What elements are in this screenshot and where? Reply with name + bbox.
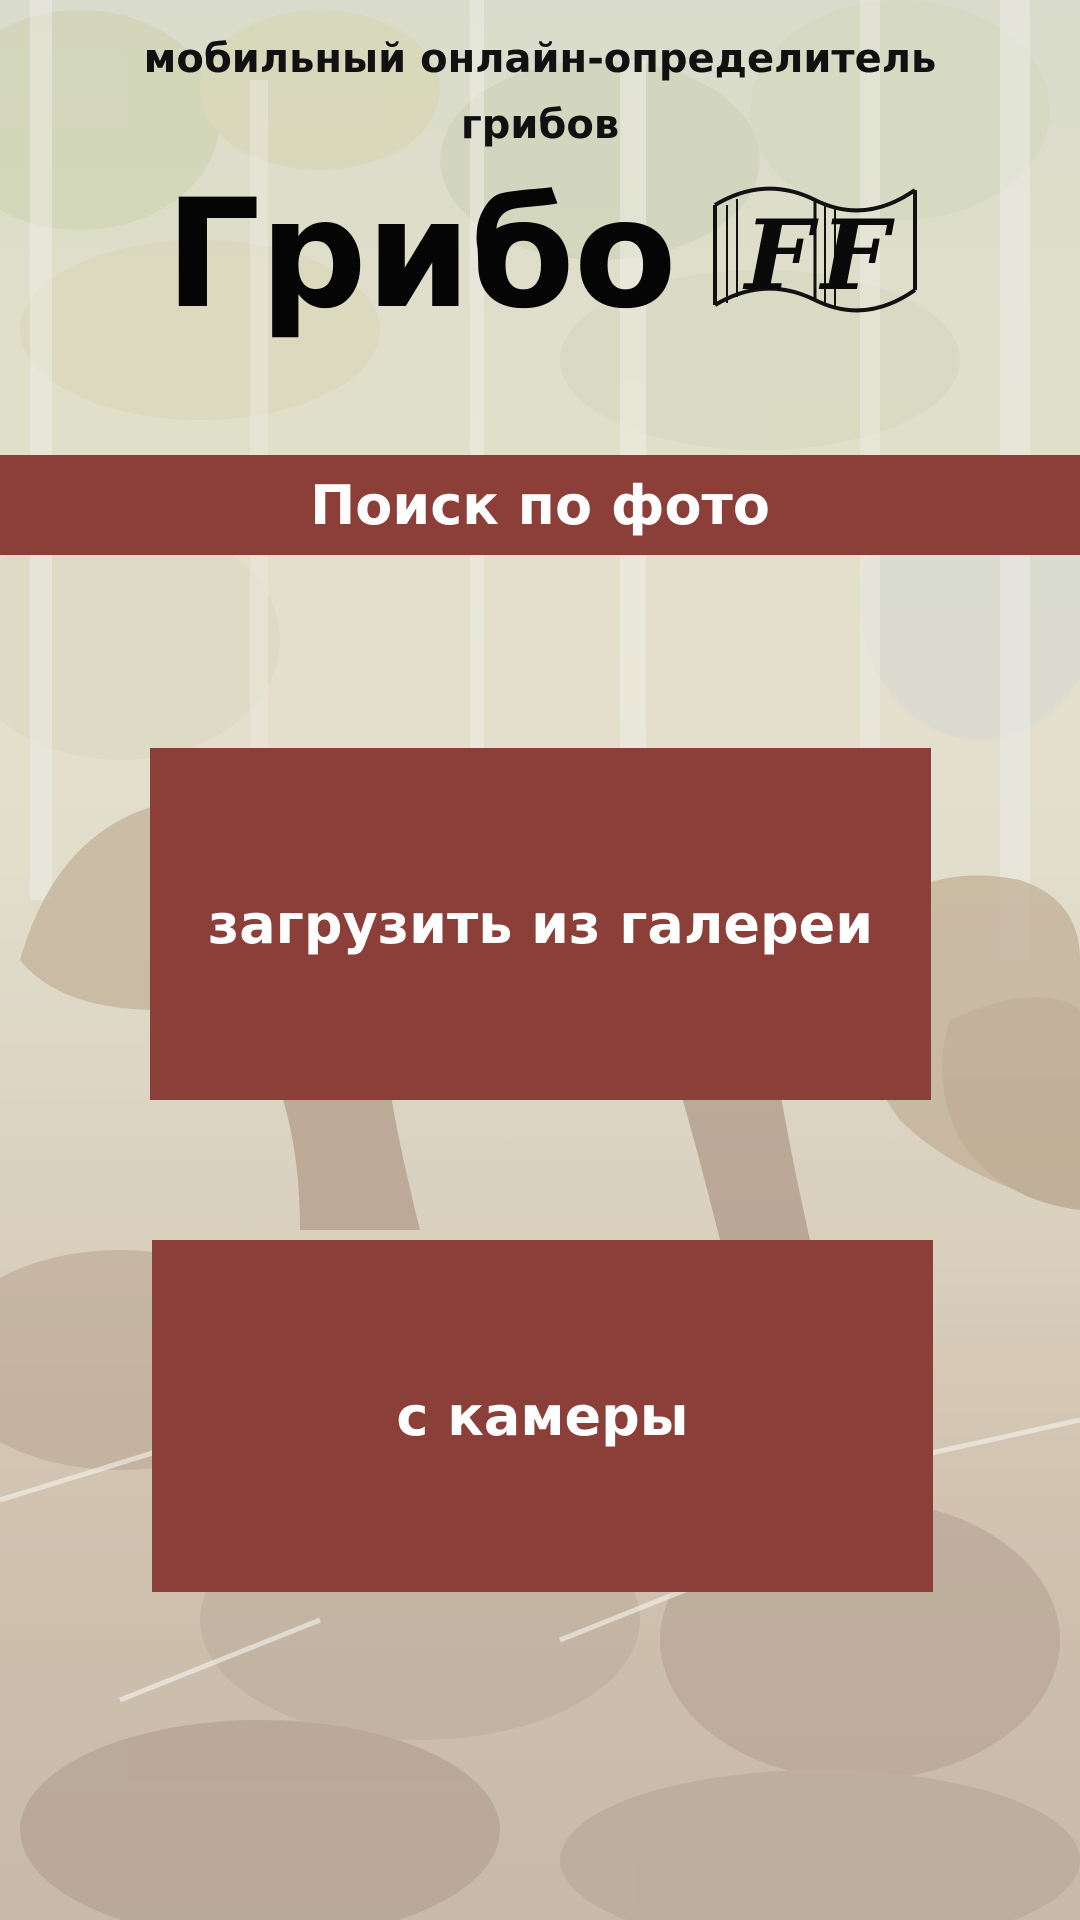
logo-wordmark: Грибо bbox=[165, 168, 677, 342]
logo-suffix: FF bbox=[744, 198, 898, 312]
section-title: Поиск по фото bbox=[310, 473, 770, 537]
upload-from-gallery-button[interactable]: загрузить из галереи bbox=[150, 748, 931, 1100]
app-subtitle: мобильный онлайн-определитель грибов bbox=[143, 36, 937, 148]
upload-from-gallery-label: загрузить из галереи bbox=[207, 892, 874, 956]
app-logo: Грибо FF bbox=[165, 165, 925, 365]
take-photo-camera-button[interactable]: с камеры bbox=[152, 1240, 933, 1592]
camera-label: с камеры bbox=[396, 1384, 689, 1448]
section-banner: Поиск по фото bbox=[0, 455, 1080, 555]
film-ribbon-icon: FF bbox=[705, 175, 925, 335]
